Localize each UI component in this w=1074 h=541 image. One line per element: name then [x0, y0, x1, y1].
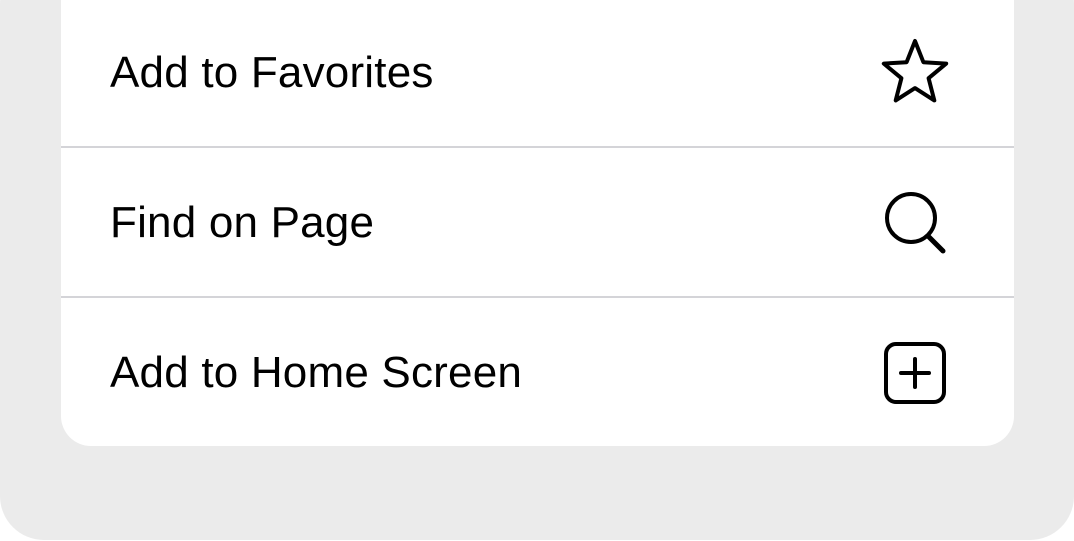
add-to-home-screen-item[interactable]: Add to Home Screen: [61, 298, 1014, 446]
actions-menu-card: Add to Favorites Find on Page Add to Hom…: [61, 0, 1014, 446]
share-sheet-background: Add to Favorites Find on Page Add to Hom…: [0, 0, 1074, 540]
add-to-favorites-label: Add to Favorites: [110, 47, 434, 97]
add-square-icon: [877, 335, 953, 411]
star-icon: [877, 35, 953, 111]
add-to-favorites-item[interactable]: Add to Favorites: [61, 0, 1014, 147]
find-on-page-item[interactable]: Find on Page: [61, 148, 1014, 297]
add-to-home-screen-label: Add to Home Screen: [110, 347, 523, 397]
search-icon: [877, 185, 953, 261]
find-on-page-label: Find on Page: [110, 197, 375, 247]
